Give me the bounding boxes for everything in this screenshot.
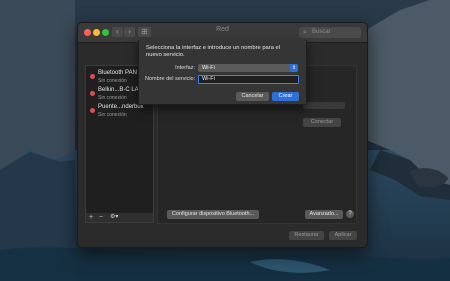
service-name-label: Nombre del servicio:	[145, 76, 196, 82]
status-dot-icon	[90, 108, 95, 113]
status-dot-icon	[90, 91, 95, 96]
service-name-field[interactable]: Wi-Fi	[198, 75, 299, 84]
service-name: Puente...nderbolt	[98, 104, 144, 110]
status-dot-icon	[90, 74, 95, 79]
search-placeholder: Buscar	[312, 29, 331, 35]
service-list-toolbar: + − ⚙▾	[85, 213, 154, 223]
service-item-thunderbolt-bridge[interactable]: Puente...nderbolt Sin conexión	[86, 102, 153, 122]
service-name: Belkin...B-C LAN	[98, 87, 144, 93]
chevron-updown-icon: ⇕	[290, 64, 298, 72]
connect-button[interactable]: Conectar	[303, 118, 341, 127]
cancel-button[interactable]: Cancelar	[236, 92, 269, 101]
interface-label: Interfaz:	[175, 65, 195, 71]
revert-button[interactable]: Restaurar	[289, 231, 324, 240]
remove-service-button[interactable]: −	[99, 213, 103, 222]
search-input[interactable]: ⌕ Buscar	[299, 27, 361, 38]
apply-button[interactable]: Aplicar	[329, 231, 357, 240]
new-service-sheet: Selecciona la interfaz e introduce un no…	[138, 40, 307, 105]
create-button[interactable]: Crear	[272, 92, 299, 101]
sheet-prompt: Selecciona la interfaz e introduce un no…	[146, 45, 281, 58]
service-name: Bluetooth PAN	[98, 70, 137, 76]
add-service-button[interactable]: +	[89, 213, 93, 222]
interface-value: Wi-Fi	[202, 65, 215, 71]
service-name-value: Wi-Fi	[202, 76, 215, 82]
detail-field	[303, 102, 345, 109]
service-status: Sin conexión	[98, 78, 127, 84]
service-status: Sin conexión	[98, 95, 127, 101]
service-status: Sin conexión	[98, 112, 127, 118]
search-icon: ⌕	[303, 29, 307, 36]
gear-icon[interactable]: ⚙▾	[110, 213, 118, 222]
configure-bluetooth-button[interactable]: Configurar dispositivo Bluetooth...	[167, 210, 259, 219]
help-button[interactable]: ?	[346, 210, 354, 218]
interface-select[interactable]: Wi-Fi ⇕	[198, 64, 298, 72]
advanced-button[interactable]: Avanzado...	[305, 210, 343, 219]
